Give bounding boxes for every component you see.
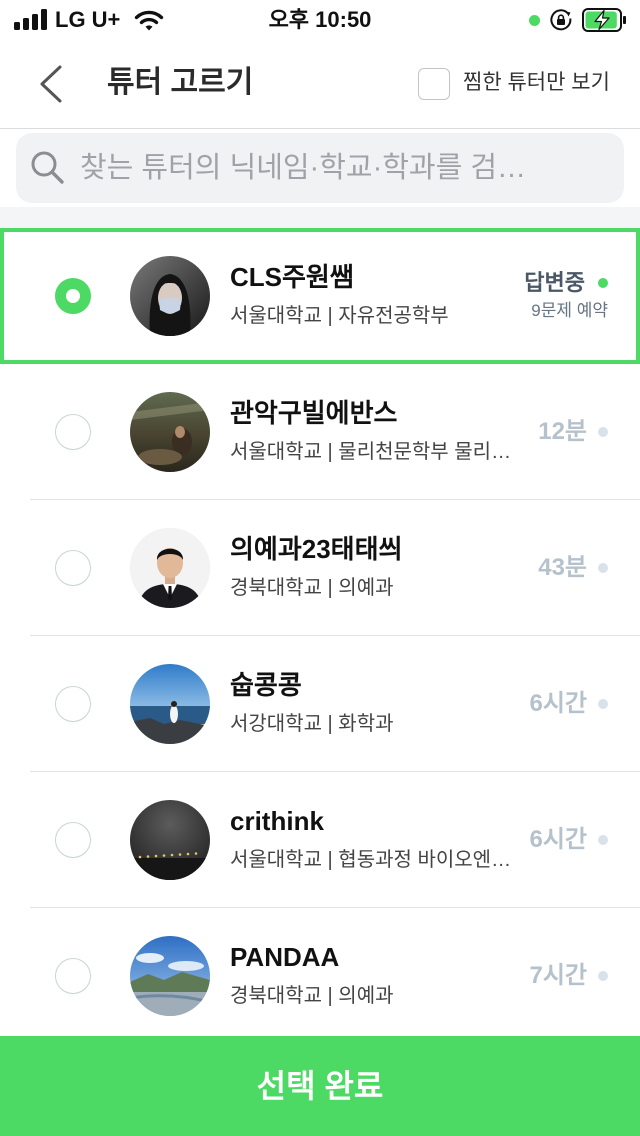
signal-icon: [14, 9, 47, 30]
tutor-name: 의예과23태태씌: [230, 534, 403, 564]
tutor-row[interactable]: 관악구빌에반스 서울대학교 | 물리천문학부 물리… 12분: [0, 364, 640, 500]
favorites-filter-checkbox[interactable]: [418, 68, 450, 100]
battery-charging-icon: [582, 8, 626, 32]
tutor-radio[interactable]: [55, 550, 91, 586]
tutor-radio[interactable]: [55, 414, 91, 450]
search-bar[interactable]: [16, 133, 624, 203]
tutor-row[interactable]: 숩콩콩 서강대학교 | 화학과 6시간: [0, 636, 640, 772]
header: 튜터 고르기 찜한 튜터만 보기: [0, 40, 640, 129]
search-input[interactable]: [80, 133, 610, 203]
status-dot-icon: [598, 971, 608, 981]
radio-selected-dot: [66, 289, 80, 303]
tutor-reservation-count: 9문제 예약: [531, 301, 608, 320]
status-dot-icon: [598, 278, 608, 288]
activity-indicator-icon: [529, 15, 540, 26]
tutor-avatar: [130, 664, 210, 744]
tutor-last-active: 12분: [538, 418, 587, 445]
back-chevron-icon: [40, 65, 62, 103]
confirm-selection-button[interactable]: 선택 완료: [0, 1036, 640, 1136]
tutor-school-major: 서울대학교 | 자유전공학부: [230, 305, 449, 327]
status-dot-icon: [598, 427, 608, 437]
status-dot-icon: [598, 699, 608, 709]
tutor-name: CLS주원쌤: [230, 262, 354, 292]
tutor-row[interactable]: PANDAA 경북대학교 | 의예과 7시간: [0, 908, 640, 1044]
carrier-name: LG U+: [55, 7, 121, 32]
wifi-icon: [134, 10, 164, 31]
back-button[interactable]: [30, 60, 74, 108]
tutor-school-major: 경북대학교 | 의예과: [230, 577, 394, 599]
search-icon: [31, 151, 64, 184]
tutor-name: crithink: [230, 806, 324, 836]
tutor-row[interactable]: crithink 서울대학교 | 협동과정 바이오엔… 6시간: [0, 772, 640, 908]
status-dot-icon: [598, 835, 608, 845]
tutor-school-major: 서강대학교 | 화학과: [230, 713, 394, 735]
tutor-name: PANDAA: [230, 942, 340, 972]
favorites-filter-label[interactable]: 찜한 튜터만 보기: [463, 70, 610, 96]
status-bar: LG U+ 오후 10:50: [0, 0, 640, 40]
tutor-last-active: 6시간: [529, 826, 587, 853]
tutor-radio[interactable]: [55, 278, 91, 314]
tutor-last-active: 7시간: [529, 962, 587, 989]
tutor-avatar: [130, 800, 210, 880]
tutor-radio[interactable]: [55, 822, 91, 858]
tutor-last-active: 43분: [538, 554, 587, 581]
tutor-status: 답변중: [524, 270, 585, 295]
tutor-avatar: [130, 528, 210, 608]
tutor-avatar: [130, 256, 210, 336]
tutor-name: 관악구빌에반스: [230, 398, 398, 428]
page-title: 튜터 고르기: [107, 66, 254, 99]
tutor-school-major: 서울대학교 | 협동과정 바이오엔…: [230, 849, 512, 871]
tutor-avatar: [130, 936, 210, 1016]
tutor-radio[interactable]: [55, 958, 91, 994]
tutor-last-active: 6시간: [529, 690, 587, 717]
tutor-school-major: 서울대학교 | 물리천문학부 물리…: [230, 441, 512, 463]
status-dot-icon: [598, 563, 608, 573]
status-time: 오후 10:50: [268, 7, 372, 32]
section-spacer: [0, 207, 640, 228]
tutor-row[interactable]: 의예과23태태씌 경북대학교 | 의예과 43분: [0, 500, 640, 636]
tutor-name: 숩콩콩: [230, 670, 302, 700]
tutor-radio[interactable]: [55, 686, 91, 722]
tutor-school-major: 경북대학교 | 의예과: [230, 985, 394, 1007]
tutor-row[interactable]: CLS주원쌤 서울대학교 | 자유전공학부 답변중 9문제 예약: [0, 228, 640, 364]
tutor-avatar: [130, 392, 210, 472]
orientation-lock-icon: [550, 9, 572, 31]
